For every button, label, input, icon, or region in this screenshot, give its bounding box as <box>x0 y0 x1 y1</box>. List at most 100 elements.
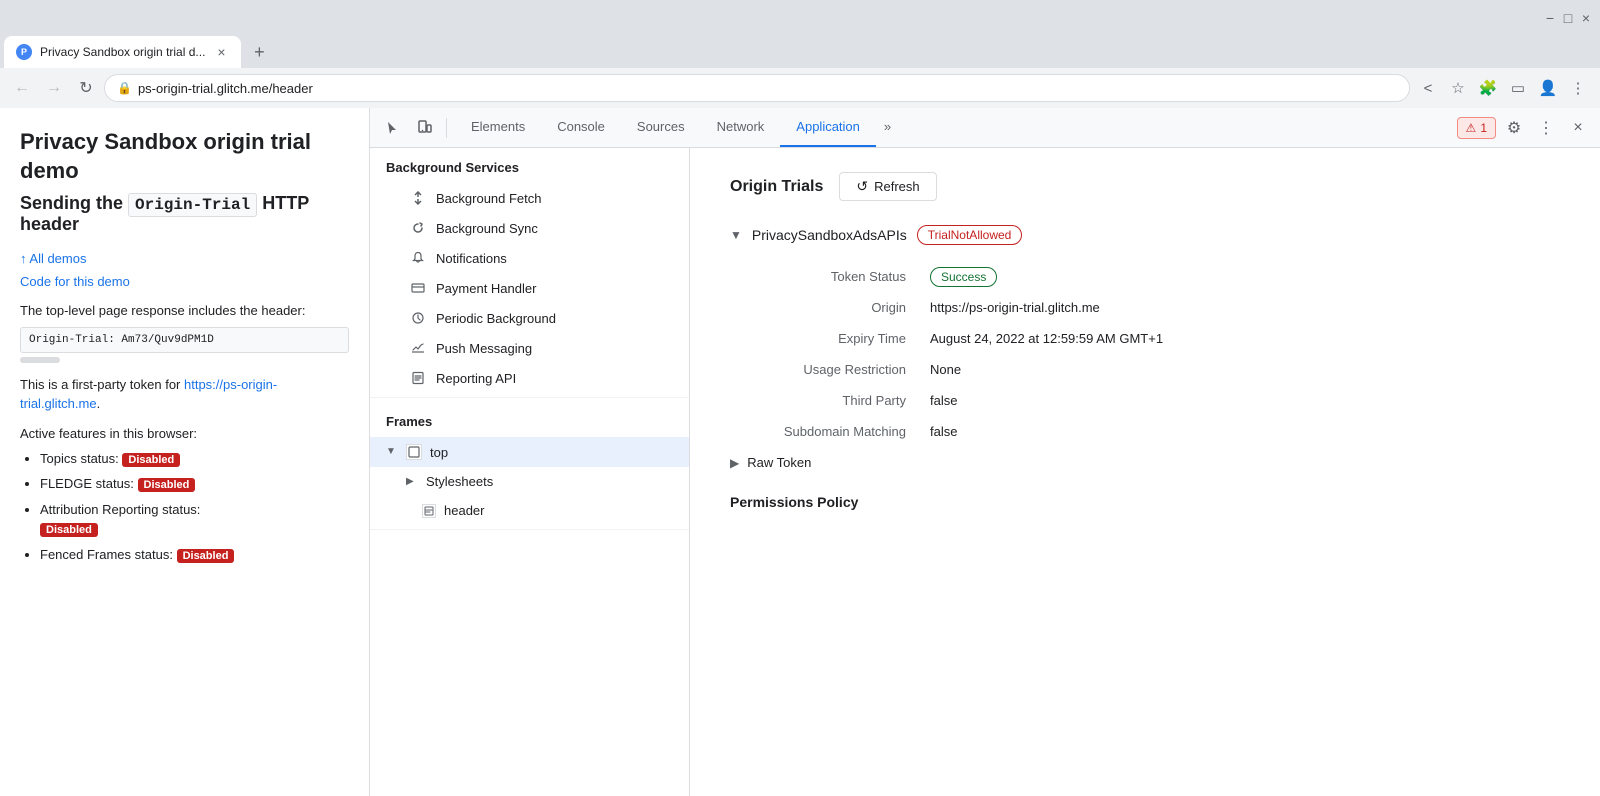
maximize-button[interactable]: □ <box>1562 10 1574 22</box>
all-demos-link[interactable]: ↑ All demos <box>20 251 86 266</box>
forward-button[interactable]: → <box>40 74 68 102</box>
bookmark-button[interactable]: ☆ <box>1444 74 1472 102</box>
subdomain-row: Subdomain Matching false <box>730 416 1560 447</box>
close-devtools-button[interactable]: × <box>1564 114 1592 142</box>
tab-application[interactable]: Application <box>780 108 876 147</box>
browser-chrome: − □ × P Privacy Sandbox origin trial d..… <box>0 0 1600 796</box>
sidebar-item-push-messaging[interactable]: Push Messaging <box>370 333 689 363</box>
token-status-row: Token Status Success <box>730 261 1560 292</box>
sidebar-item-label: Push Messaging <box>436 341 532 356</box>
background-sync-icon <box>410 220 426 236</box>
sidebar-item-label: Notifications <box>436 251 507 266</box>
tab-elements[interactable]: Elements <box>455 108 541 147</box>
back-button[interactable]: ← <box>8 74 36 102</box>
permissions-policy-title: Permissions Policy <box>730 494 1560 510</box>
cursor-tool-button[interactable] <box>378 114 406 142</box>
list-item: Topics status: Disabled <box>40 449 349 469</box>
feature-label: Attribution Reporting status: <box>40 502 200 517</box>
trial-section: ▼ PrivacySandboxAdsAPIs TrialNotAllowed … <box>730 225 1560 478</box>
reporting-api-icon <box>410 370 426 386</box>
active-tab[interactable]: P Privacy Sandbox origin trial d... × <box>4 36 241 68</box>
tab-close-button[interactable]: × <box>213 44 229 60</box>
panel-header: Origin Trials ↺ Refresh <box>730 172 1560 201</box>
settings-button[interactable]: ⚙ <box>1500 114 1528 142</box>
device-emulation-button[interactable] <box>410 114 438 142</box>
subdomain-value: false <box>930 424 1560 439</box>
trial-header: ▼ PrivacySandboxAdsAPIs TrialNotAllowed <box>730 225 1560 245</box>
frame-header[interactable]: header <box>370 496 689 525</box>
sidebar-toggle-button[interactable]: ▭ <box>1504 74 1532 102</box>
third-party-value: false <box>930 393 1560 408</box>
sidebar-item-background-fetch[interactable]: Background Fetch <box>370 183 689 213</box>
subtitle-pre: Sending the <box>20 193 128 213</box>
code-link[interactable]: Code for this demo <box>20 274 130 289</box>
usage-label: Usage Restriction <box>730 362 930 377</box>
url-text: ps-origin-trial.glitch.me/header <box>138 81 1397 96</box>
subdomain-label: Subdomain Matching <box>730 424 930 439</box>
menu-button[interactable]: ⋮ <box>1564 74 1592 102</box>
background-services-title: Background Services <box>370 148 689 183</box>
sidebar-item-background-sync[interactable]: Background Sync <box>370 213 689 243</box>
frame-top[interactable]: ▼ top <box>370 437 689 467</box>
panel-title: Origin Trials <box>730 178 823 196</box>
devtools-main-panel: Origin Trials ↺ Refresh ▼ PrivacySandbox… <box>690 148 1600 796</box>
sidebar-item-notifications[interactable]: Notifications <box>370 243 689 273</box>
feature-status: Disabled <box>122 453 180 467</box>
raw-token-chevron-icon: ▶ <box>730 456 739 470</box>
payment-handler-icon <box>410 280 426 296</box>
token-status-value: Success <box>930 269 1560 284</box>
desc2-post: . <box>97 396 101 411</box>
page-subtitle: Sending the Origin-Trial HTTP header <box>20 193 349 235</box>
refresh-button[interactable]: ↻ <box>72 74 100 102</box>
devtools-tabs: Elements Console Sources Network Applica… <box>455 108 899 147</box>
periodic-background-icon <box>410 310 426 326</box>
title-bar: − □ × <box>0 0 1600 32</box>
notifications-icon <box>410 250 426 266</box>
share-button[interactable]: < <box>1414 74 1442 102</box>
origin-value: https://ps-origin-trial.glitch.me <box>930 300 1560 315</box>
frame-stylesheets-label: Stylesheets <box>426 474 493 489</box>
warning-icon: ⚠ <box>1466 121 1477 135</box>
scrollbar-hint <box>20 357 60 363</box>
feature-label: Topics status: <box>40 451 122 466</box>
desc2-pre: This is a first-party token for <box>20 377 184 392</box>
tab-sources[interactable]: Sources <box>621 108 701 147</box>
tab-more[interactable]: » <box>876 108 899 147</box>
tab-console[interactable]: Console <box>541 108 621 147</box>
extension-button[interactable]: 🧩 <box>1474 74 1502 102</box>
third-party-label: Third Party <box>730 393 930 408</box>
sidebar-item-reporting-api[interactable]: Reporting API <box>370 363 689 393</box>
refresh-button[interactable]: ↺ Refresh <box>839 172 936 201</box>
warning-badge[interactable]: ⚠ 1 <box>1457 117 1496 139</box>
sidebar-item-periodic-background[interactable]: Periodic Background <box>370 303 689 333</box>
title-bar-controls: − □ × <box>1544 10 1592 22</box>
url-bar[interactable]: 🔒 ps-origin-trial.glitch.me/header <box>104 74 1410 102</box>
frame-stylesheets[interactable]: ▶ Stylesheets <box>370 467 689 496</box>
tab-favicon: P <box>16 44 32 60</box>
profile-button[interactable]: 👤 <box>1534 74 1562 102</box>
address-bar-actions: < ☆ 🧩 ▭ 👤 ⋮ <box>1414 74 1592 102</box>
raw-token-label: Raw Token <box>747 455 811 470</box>
frames-title: Frames <box>370 402 689 437</box>
feature-label: Fenced Frames status: <box>40 547 177 562</box>
frame-top-label: top <box>430 445 448 460</box>
push-messaging-icon <box>410 340 426 356</box>
tab-title: Privacy Sandbox origin trial d... <box>40 45 205 59</box>
new-tab-button[interactable]: + <box>245 38 273 66</box>
page-content: Privacy Sandbox origin trial demo Sendin… <box>0 108 370 796</box>
devtools-sidebar: Background Services Background Fetch Ba <box>370 148 690 796</box>
sidebar-item-payment-handler[interactable]: Payment Handler <box>370 273 689 303</box>
minimize-button[interactable]: − <box>1544 10 1556 22</box>
tab-network[interactable]: Network <box>701 108 781 147</box>
trial-status-badge: TrialNotAllowed <box>917 225 1023 245</box>
main-area: Privacy Sandbox origin trial demo Sendin… <box>0 108 1600 796</box>
refresh-label: Refresh <box>874 179 920 194</box>
origin-label: Origin <box>730 300 930 315</box>
devtools-body: Background Services Background Fetch Ba <box>370 148 1600 796</box>
more-options-button[interactable]: ⋮ <box>1532 114 1560 142</box>
trial-chevron-icon[interactable]: ▼ <box>730 228 742 242</box>
background-services-section: Background Services Background Fetch Ba <box>370 148 689 398</box>
close-button[interactable]: × <box>1580 10 1592 22</box>
raw-token-row[interactable]: ▶ Raw Token <box>730 447 1560 478</box>
feature-label: FLEDGE status: <box>40 476 138 491</box>
